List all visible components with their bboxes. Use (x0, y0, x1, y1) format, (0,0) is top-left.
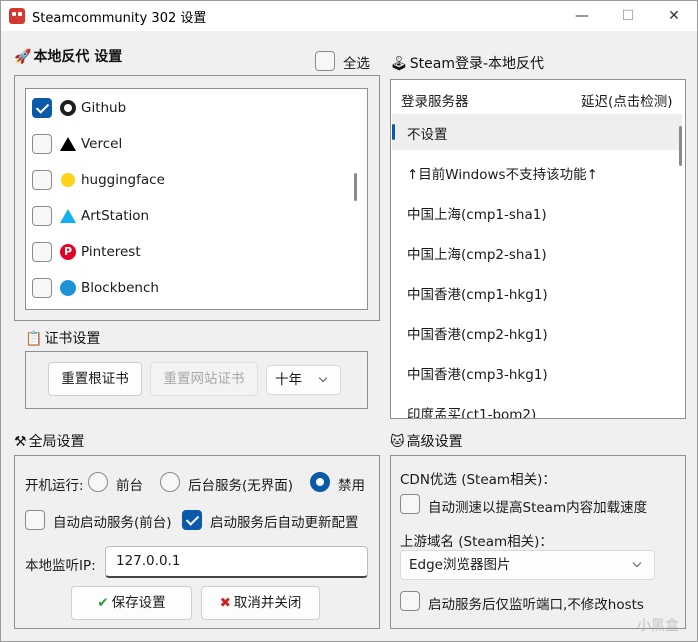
auto-speedtest-label: 自动测速以提高Steam内容加载速度 (428, 500, 648, 516)
upstream-domain-select[interactable]: Edge浏览器图片 (400, 550, 655, 580)
select-all-label: 全选 (343, 56, 370, 72)
joystick-icon: 🕹 (390, 56, 408, 72)
selection-indicator (392, 124, 395, 140)
pinterest-checkbox[interactable] (32, 242, 52, 262)
save-settings-button[interactable]: ✔ 保存设置 (71, 586, 192, 620)
maximize-button[interactable]: ☐ (605, 1, 651, 31)
global-settings-header: ⚒ 全局设置 (14, 434, 85, 450)
server-item[interactable]: 印度孟买(ct1-bom2) (407, 403, 536, 418)
artstation-label: ArtStation (81, 208, 150, 224)
server-item[interactable]: 中国香港(cmp1-hkg1) (407, 283, 548, 303)
auto-start-label: 自动启动服务(前台) (53, 515, 172, 531)
startup-disabled-label: 禁用 (338, 478, 365, 494)
github-icon (60, 100, 76, 116)
huggingface-icon (61, 173, 75, 187)
clipboard-icon: 📋 (25, 331, 43, 347)
proxy-site-list[interactable] (25, 88, 368, 310)
steam-server-list[interactable]: 登录服务器 延迟(点击检测) 不设置 ↑目前Windows不支持该功能↑ 中国上… (390, 79, 686, 419)
auto-start-checkbox[interactable] (25, 510, 45, 530)
tools-icon: ⚒ (14, 434, 27, 450)
pinterest-icon: P (60, 244, 76, 260)
settings-window: Steamcommunity 302 设置 — ☐ ✕ 🚀 本地反代 设置 全选 … (0, 0, 698, 642)
upstream-label: 上游域名 (Steam相关)： (400, 534, 553, 550)
blockbench-label: Blockbench (81, 280, 159, 296)
server-list-scrollbar[interactable] (679, 126, 682, 166)
server-item[interactable]: 中国香港(cmp2-hkg1) (407, 323, 548, 343)
blockbench-icon (60, 280, 76, 296)
listen-ip-input[interactable]: 127.0.0.1 (105, 546, 368, 578)
startup-foreground-radio[interactable] (88, 472, 108, 492)
server-item[interactable]: 中国上海(cmp2-sha1) (407, 243, 547, 263)
startup-label: 开机运行: (25, 478, 84, 494)
server-item[interactable]: 不设置 (407, 123, 448, 143)
github-checkbox[interactable] (32, 98, 52, 118)
auto-speedtest-checkbox[interactable] (400, 494, 420, 514)
reset-root-cert-button[interactable]: 重置根证书 (48, 362, 142, 396)
cross-icon: ✖ (219, 595, 231, 611)
server-item[interactable]: 中国香港(cmp3-hkg1) (407, 363, 548, 383)
local-proxy-header: 🚀 本地反代 设置 (14, 49, 123, 65)
vercel-checkbox[interactable] (32, 134, 52, 154)
server-column-header: 登录服务器 (401, 94, 469, 110)
cat-icon: 🐱 (390, 434, 405, 450)
watermark-logo: 小黑盒 (637, 618, 679, 634)
artstation-checkbox[interactable] (32, 206, 52, 226)
startup-background-radio[interactable] (160, 472, 180, 492)
window-title: Steamcommunity 302 设置 (32, 11, 207, 26)
cert-duration-select[interactable]: 十年 (266, 365, 341, 395)
checkmark-icon: ✔ (97, 595, 109, 611)
title-bar: Steamcommunity 302 设置 — ☐ ✕ (1, 1, 697, 31)
chevron-down-icon (318, 373, 328, 383)
vercel-label: Vercel (81, 136, 123, 152)
huggingface-checkbox[interactable] (32, 170, 52, 190)
cdn-label: CDN优选 (Steam相关)： (400, 472, 556, 488)
app-icon (9, 8, 25, 24)
cert-header: 📋 证书设置 (25, 331, 101, 347)
server-item[interactable]: ↑目前Windows不支持该功能↑ (407, 163, 598, 183)
steam-login-header: 🕹 Steam登录-本地反代 (390, 56, 545, 72)
auto-update-checkbox[interactable] (182, 510, 202, 530)
listen-only-label: 启动服务后仅监听端口,不修改hosts (428, 597, 644, 613)
blockbench-checkbox[interactable] (32, 278, 52, 298)
rocket-icon: 🚀 (14, 49, 32, 65)
github-label: Github (81, 100, 127, 116)
advanced-settings-header: 🐱 高级设置 (390, 434, 463, 450)
artstation-icon (60, 209, 76, 223)
select-all-checkbox[interactable] (315, 51, 335, 71)
vercel-icon (60, 137, 76, 151)
huggingface-label: huggingface (81, 172, 165, 188)
listen-ip-label: 本地监听IP: (25, 558, 96, 574)
server-item[interactable]: 中国上海(cmp1-sha1) (407, 203, 547, 223)
cancel-close-button[interactable]: ✖ 取消并关闭 (201, 586, 320, 620)
minimize-button[interactable]: — (559, 1, 605, 31)
auto-update-label: 启动服务后自动更新配置 (210, 515, 359, 531)
startup-disabled-radio[interactable] (310, 472, 330, 492)
pinterest-label: Pinterest (81, 244, 141, 260)
chevron-down-icon (632, 558, 642, 568)
latency-column-header[interactable]: 延迟(点击检测) (581, 90, 673, 110)
startup-foreground-label: 前台 (116, 478, 143, 494)
reset-site-cert-button[interactable]: 重置网站证书 (150, 362, 258, 396)
close-button[interactable]: ✕ (651, 1, 697, 31)
list-scrollbar[interactable] (354, 173, 357, 201)
listen-only-checkbox[interactable] (400, 591, 420, 611)
startup-background-label: 后台服务(无界面) (188, 478, 294, 494)
